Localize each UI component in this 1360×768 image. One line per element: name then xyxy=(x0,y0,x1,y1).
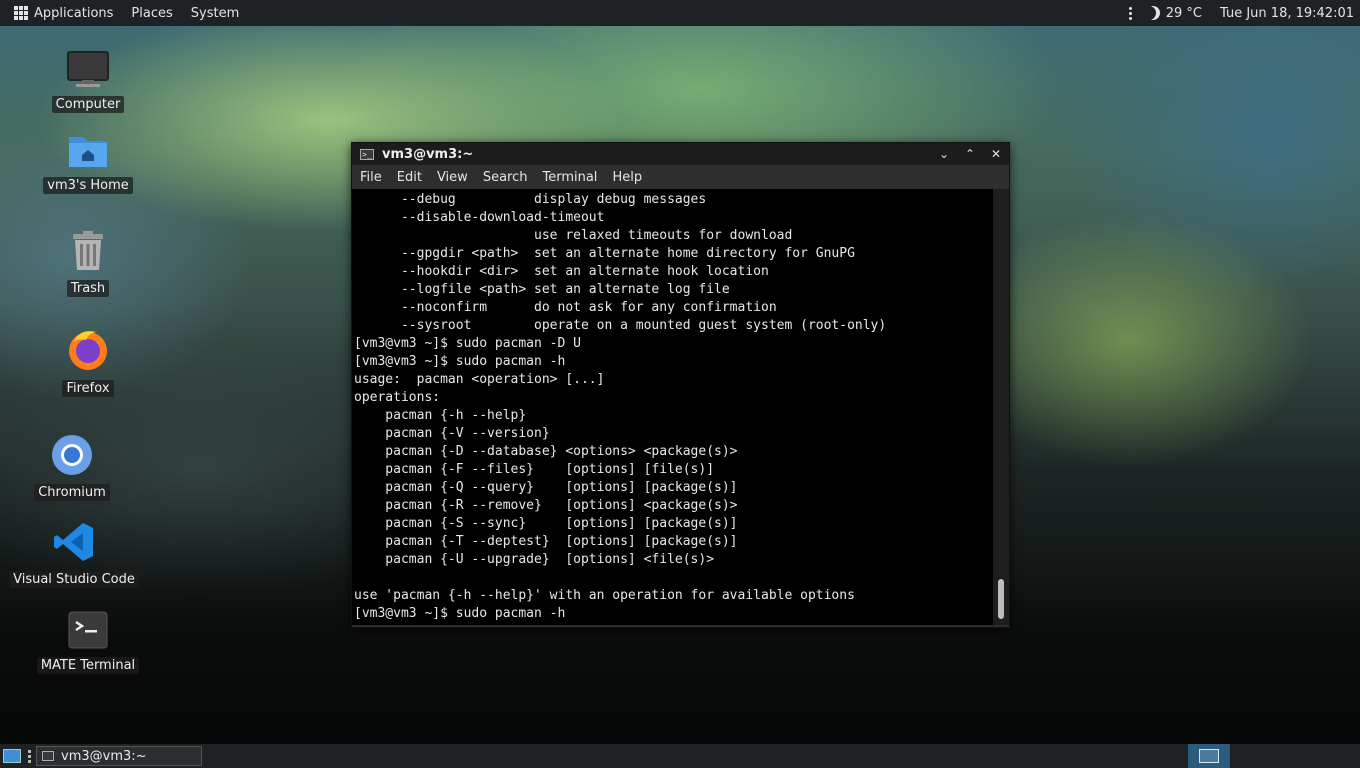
terminal-icon: >_ xyxy=(360,148,374,160)
menu-help[interactable]: Help xyxy=(612,170,642,185)
clock[interactable]: Tue Jun 18, 19:42:01 xyxy=(1220,6,1354,21)
maximize-button[interactable]: ⌃ xyxy=(957,147,983,161)
terminal-menubar: File Edit View Search Terminal Help xyxy=(352,165,1009,189)
terminal-line: [vm3@vm3 ~]$ sudo pacman -h xyxy=(354,606,566,621)
desktop-icon-label: Chromium xyxy=(34,484,110,501)
terminal-line: --noconfirm do not ask for any confirmat… xyxy=(354,300,777,315)
desktop-icon-firefox[interactable]: Firefox xyxy=(23,328,153,397)
terminal-line: pacman {-U --upgrade} [options] <file(s)… xyxy=(354,552,715,567)
apps-grid-icon[interactable] xyxy=(14,6,28,20)
terminal-line: --gpgdir <path> set an alternate home di… xyxy=(354,246,855,261)
desktop-icon-label: Firefox xyxy=(62,380,114,397)
desktop-icon-label: Trash xyxy=(66,280,110,297)
top-panel: Applications Places System 29 °C Tue Jun… xyxy=(0,0,1360,26)
terminal-icon xyxy=(23,611,153,653)
terminal-line: pacman {-V --version} xyxy=(354,426,550,441)
desktop-icon-mate-terminal[interactable]: MATE Terminal xyxy=(23,611,153,674)
terminal-line: --logfile <path> set an alternate log fi… xyxy=(354,282,730,297)
panel-handle-icon[interactable] xyxy=(28,749,31,763)
menu-places[interactable]: Places xyxy=(131,6,172,21)
terminal-line: pacman {-Q --query} [options] [package(s… xyxy=(354,480,738,495)
terminal-line: use relaxed timeouts for download xyxy=(354,228,793,243)
desktop-icon-home[interactable]: vm3's Home xyxy=(23,133,153,194)
menu-terminal[interactable]: Terminal xyxy=(542,170,597,185)
menu-system[interactable]: System xyxy=(191,6,239,21)
desktop-icon-label: MATE Terminal xyxy=(36,657,140,674)
moon-icon[interactable] xyxy=(1146,6,1160,20)
vscode-icon xyxy=(9,521,139,567)
workspace-icon xyxy=(1199,749,1219,763)
menu-edit[interactable]: Edit xyxy=(397,170,422,185)
show-desktop-button[interactable] xyxy=(3,749,21,763)
terminal-line: use 'pacman {-h --help}' with an operati… xyxy=(354,588,855,603)
desktop-icon-label: vm3's Home xyxy=(43,177,133,194)
terminal-line: usage: pacman <operation> [...] xyxy=(354,372,605,387)
monitor-icon xyxy=(23,50,153,92)
temperature-readout[interactable]: 29 °C xyxy=(1166,6,1202,21)
bottom-panel: vm3@vm3:~ xyxy=(0,744,1360,768)
menu-applications[interactable]: Applications xyxy=(34,6,113,21)
close-button[interactable]: ✕ xyxy=(983,147,1009,161)
home-folder-icon xyxy=(23,133,153,173)
terminal-line: pacman {-F --files} [options] [file(s)] xyxy=(354,462,715,477)
terminal-line: pacman {-R --remove} [options] <package(… xyxy=(354,498,738,513)
menu-search[interactable]: Search xyxy=(483,170,528,185)
terminal-line: pacman {-D --database} <options> <packag… xyxy=(354,444,738,459)
workspace-switcher[interactable] xyxy=(1188,744,1230,768)
desktop-icon-computer[interactable]: Computer xyxy=(23,50,153,113)
minimize-button[interactable]: ⌄ xyxy=(931,147,957,161)
terminal-output[interactable]: --debug display debug messages --disable… xyxy=(352,189,993,625)
taskbar-item-terminal[interactable]: vm3@vm3:~ xyxy=(36,746,202,766)
terminal-line: --disable-download-timeout xyxy=(354,210,605,225)
desktop-icon-label: Computer xyxy=(51,96,125,113)
terminal-line: pacman {-S --sync} [options] [package(s)… xyxy=(354,516,738,531)
desktop-icon-chromium[interactable]: Chromium xyxy=(7,434,137,501)
terminal-window[interactable]: >_ vm3@vm3:~ ⌄ ⌃ ✕ File Edit View Search… xyxy=(351,142,1010,628)
firefox-icon xyxy=(23,328,153,376)
desktop-icon-label: Visual Studio Code xyxy=(9,571,139,588)
trash-icon xyxy=(23,230,153,276)
terminal-line: [vm3@vm3 ~]$ sudo pacman -h xyxy=(354,354,566,369)
terminal-line: [vm3@vm3 ~]$ sudo pacman -D U xyxy=(354,336,581,351)
scrollbar-thumb[interactable] xyxy=(998,579,1004,619)
window-titlebar[interactable]: >_ vm3@vm3:~ ⌄ ⌃ ✕ xyxy=(352,143,1009,165)
desktop-icon-trash[interactable]: Trash xyxy=(23,230,153,297)
chromium-icon xyxy=(7,434,137,480)
terminal-line: --hookdir <dir> set an alternate hook lo… xyxy=(354,264,769,279)
terminal-line: pacman {-h --help} xyxy=(354,408,527,423)
window-title: vm3@vm3:~ xyxy=(382,146,474,162)
kebab-menu-icon[interactable] xyxy=(1128,6,1132,20)
terminal-line: --debug display debug messages xyxy=(354,192,707,207)
taskbar-item-label: vm3@vm3:~ xyxy=(61,748,147,764)
terminal-line: operations: xyxy=(354,390,441,405)
desktop-icon-vscode[interactable]: Visual Studio Code xyxy=(9,521,139,588)
terminal-scrollbar[interactable] xyxy=(993,189,1009,625)
terminal-line: pacman {-T --deptest} [options] [package… xyxy=(354,534,738,549)
menu-view[interactable]: View xyxy=(437,170,468,185)
terminal-line: --sysroot operate on a mounted guest sys… xyxy=(354,318,887,333)
terminal-icon xyxy=(42,751,54,761)
menu-file[interactable]: File xyxy=(360,170,382,185)
